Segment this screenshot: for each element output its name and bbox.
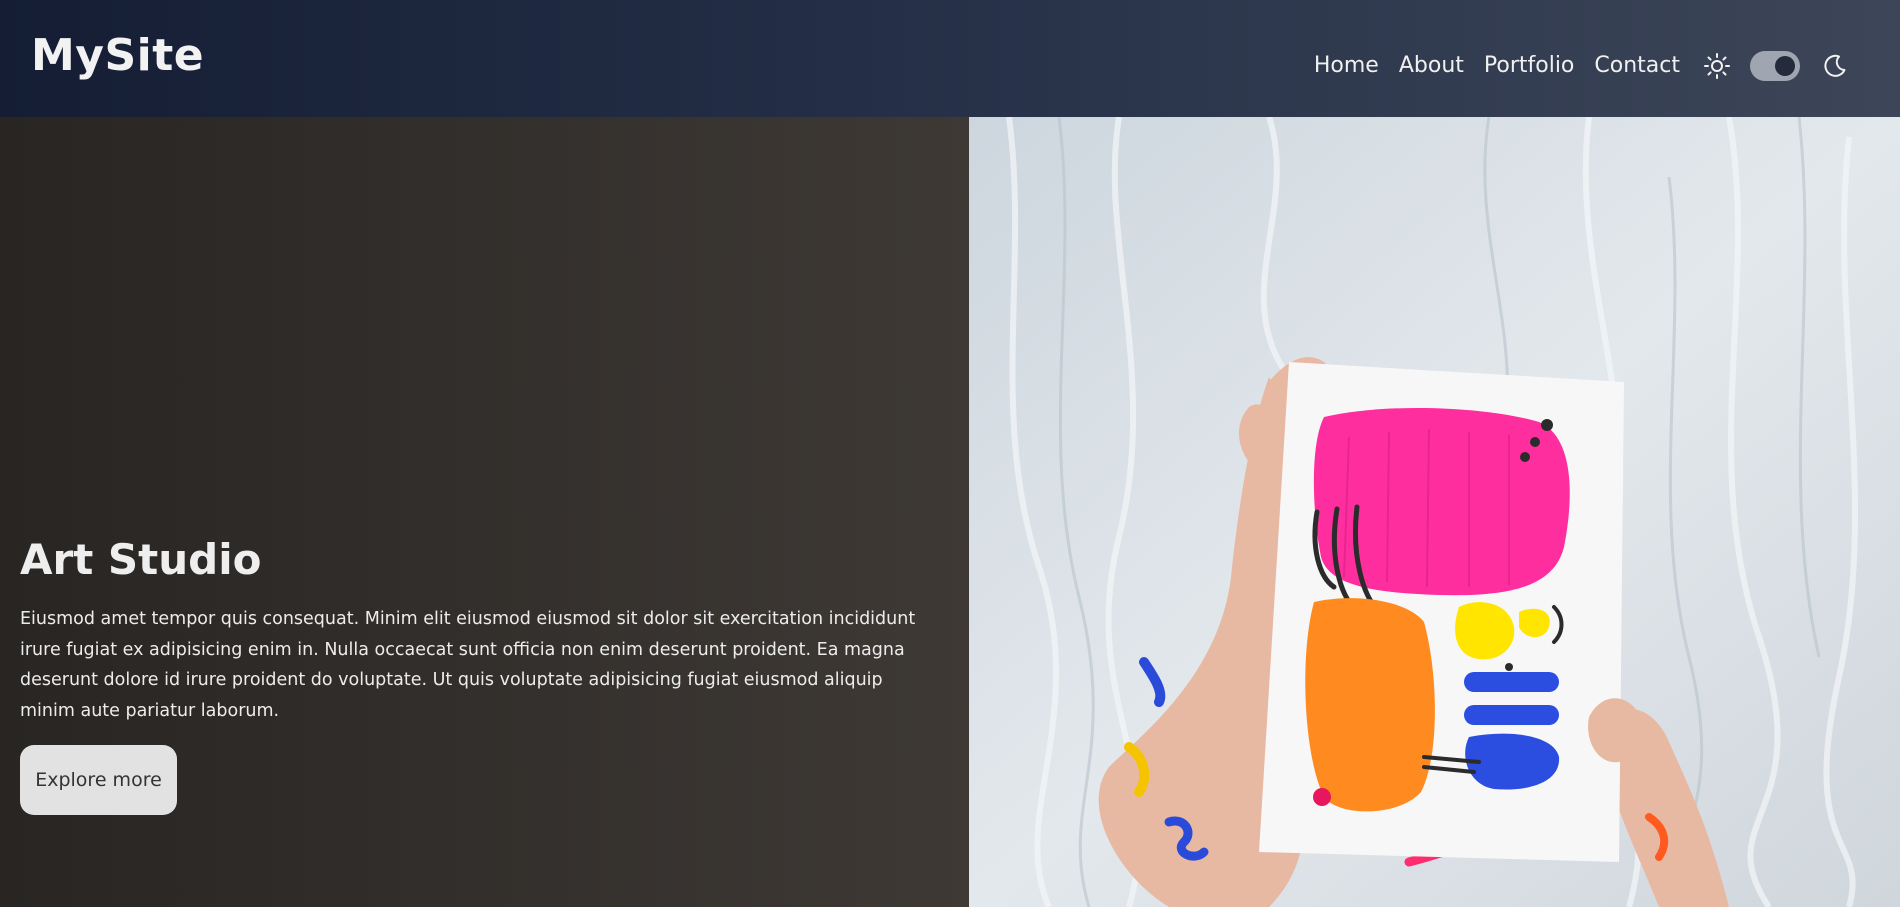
nav-contact-link[interactable]: Contact bbox=[1594, 46, 1680, 86]
hero-title: Art Studio bbox=[20, 535, 262, 584]
hero-image bbox=[969, 117, 1900, 907]
sun-icon bbox=[1702, 51, 1732, 81]
main-nav: Home About Portfolio Contact bbox=[1314, 46, 1850, 86]
toggle-knob bbox=[1775, 56, 1795, 76]
nav-portfolio-link[interactable]: Portfolio bbox=[1484, 46, 1575, 86]
nav-home-link[interactable]: Home bbox=[1314, 46, 1379, 86]
site-logo[interactable]: MySite bbox=[31, 30, 204, 81]
theme-toggle[interactable] bbox=[1750, 51, 1800, 81]
hero-description: Eiusmod amet tempor quis consequat. Mini… bbox=[20, 609, 916, 721]
nav-about-link[interactable]: About bbox=[1399, 46, 1464, 86]
moon-icon bbox=[1820, 51, 1850, 81]
explore-more-button[interactable]: Explore more bbox=[20, 745, 177, 815]
top-navbar: MySite Home About Portfolio Contact bbox=[0, 0, 1900, 117]
